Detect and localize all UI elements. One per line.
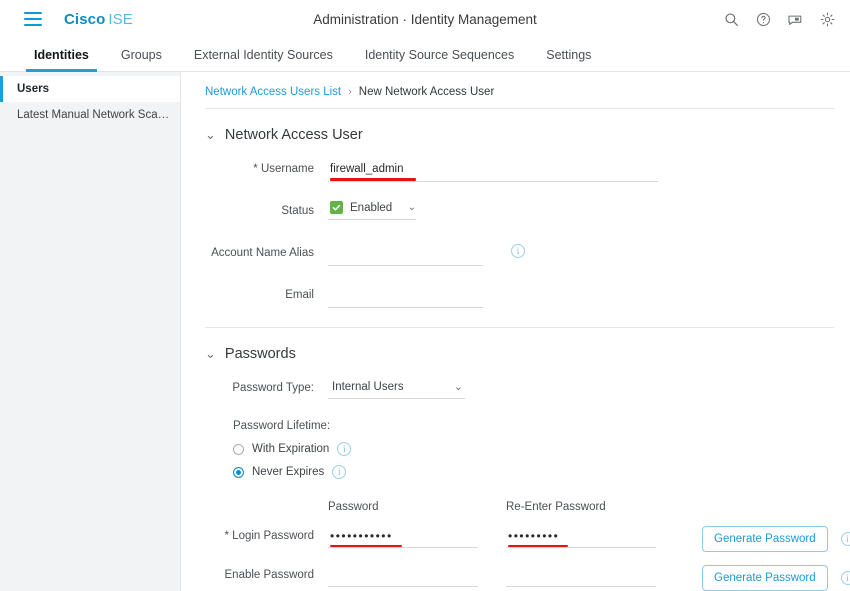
- breadcrumb-separator-icon: ›: [348, 86, 352, 98]
- generate-password-button-login[interactable]: Generate Password: [702, 526, 828, 552]
- login-password-actions: Generate Password i: [702, 526, 850, 552]
- brand-primary-text: Cisco: [64, 10, 106, 28]
- column-header-password: Password: [328, 501, 379, 513]
- form-row-status: Status Enabled ⌄: [205, 201, 834, 229]
- generate-password-button-enable[interactable]: Generate Password: [702, 565, 828, 591]
- section-title-network-access-user: Network Access User: [224, 127, 363, 143]
- brand-logo[interactable]: Cisco ISE: [64, 11, 133, 28]
- tab-identities-label: Identities: [34, 47, 89, 62]
- password-lifetime-label: Password Lifetime:: [233, 420, 331, 432]
- enable-password-reenter-cell: [506, 565, 684, 587]
- brand-secondary-text: ISE: [108, 10, 133, 28]
- gear-icon[interactable]: [818, 10, 836, 28]
- form-row-enable-password: Enable Password Generate Password i: [205, 565, 850, 591]
- status-checkbox-icon[interactable]: [330, 201, 343, 214]
- section-divider: [205, 327, 834, 328]
- password-columns-header: Password Re-Enter Password: [205, 501, 834, 513]
- login-password-annotation-underline: [330, 544, 402, 547]
- radio-never-expires-control[interactable]: [233, 466, 244, 478]
- chevron-down-icon: ⌄: [453, 381, 463, 393]
- radio-never-expires[interactable]: Never Expires i: [233, 465, 834, 479]
- tab-settings-label: Settings: [546, 47, 592, 62]
- sidebar-item-users[interactable]: Users: [0, 76, 180, 102]
- section-header-passwords[interactable]: ⌄ Passwords: [205, 346, 834, 362]
- form-row-login-password: * Login Password Generate Password i: [205, 526, 850, 552]
- breadcrumb-current-new-network-access-user: New Network Access User: [358, 86, 495, 98]
- breadcrumb: Network Access Users List › New Network …: [205, 86, 834, 108]
- form-row-username: * Username: [205, 159, 834, 187]
- account-name-alias-label: Account Name Alias: [211, 247, 314, 259]
- form-row-password-type: Password Type: Internal Users ⌄: [205, 378, 834, 406]
- tab-identities[interactable]: Identities: [18, 38, 105, 72]
- username-field-wrapper: [328, 159, 658, 182]
- enable-password-reenter-input[interactable]: [506, 565, 656, 587]
- status-value: Enabled: [350, 201, 393, 214]
- tab-external-identity-sources-label: External Identity Sources: [193, 47, 333, 62]
- info-icon[interactable]: i: [840, 532, 850, 546]
- chevron-down-icon: ⌄: [205, 126, 216, 142]
- section-title-passwords: Passwords: [224, 346, 296, 362]
- tab-identity-source-sequences[interactable]: Identity Source Sequences: [349, 38, 530, 71]
- left-sidebar: Users Latest Manual Network Scan Res...: [0, 72, 181, 591]
- page-body: Users Latest Manual Network Scan Res... …: [0, 72, 850, 591]
- tab-external-identity-sources[interactable]: External Identity Sources: [178, 38, 349, 71]
- account-name-alias-input[interactable]: [328, 243, 483, 266]
- form-row-account-name-alias: Account Name Alias i: [205, 243, 834, 271]
- status-dropdown[interactable]: Enabled ⌄: [328, 201, 416, 220]
- sidebar-item-latest-manual-network-scan-results[interactable]: Latest Manual Network Scan Res...: [0, 102, 180, 128]
- password-type-value: Internal Users: [332, 380, 404, 393]
- form-row-email: Email: [205, 285, 834, 313]
- breadcrumb-divider: [205, 108, 834, 109]
- login-password-reenter-annotation-underline: [508, 544, 568, 547]
- password-type-select[interactable]: Internal Users ⌄: [328, 378, 465, 399]
- feedback-icon[interactable]: [786, 10, 804, 28]
- login-password-cell: [328, 526, 506, 548]
- primary-tab-bar: Identities Groups External Identity Sour…: [0, 38, 850, 72]
- login-password-reenter-cell: [506, 526, 684, 548]
- section-header-network-access-user[interactable]: ⌄ Network Access User: [205, 127, 834, 143]
- enable-password-input[interactable]: [328, 565, 478, 587]
- chevron-down-icon: ⌄: [205, 345, 216, 361]
- radio-with-expiration-label: With Expiration: [252, 443, 330, 455]
- main-content: Network Access Users List › New Network …: [181, 72, 850, 591]
- breadcrumb-link-network-access-users-list[interactable]: Network Access Users List: [205, 86, 341, 98]
- username-annotation-underline: [330, 178, 416, 181]
- search-icon[interactable]: [722, 10, 740, 28]
- info-icon[interactable]: i: [840, 571, 850, 585]
- column-header-reenter-password: Re-Enter Password: [506, 501, 606, 513]
- info-icon[interactable]: i: [332, 465, 347, 479]
- enable-password-label: Enable Password: [224, 569, 315, 581]
- tab-groups[interactable]: Groups: [105, 38, 178, 71]
- email-label: Email: [285, 289, 314, 301]
- status-label: Status: [281, 205, 314, 217]
- hamburger-icon[interactable]: [24, 12, 42, 26]
- tab-groups-label: Groups: [120, 47, 162, 62]
- login-password-label: * Login Password: [224, 530, 315, 542]
- tab-identity-source-sequences-label: Identity Source Sequences: [364, 47, 515, 62]
- info-icon[interactable]: i: [511, 244, 525, 258]
- enable-password-cell: [328, 565, 506, 587]
- radio-with-expiration-control[interactable]: [233, 443, 244, 455]
- header-icon-group: [722, 10, 836, 28]
- chevron-down-icon: ⌄: [407, 202, 416, 213]
- password-type-label: Password Type:: [232, 382, 314, 394]
- username-label: * Username: [253, 163, 314, 175]
- email-field-wrapper: [328, 285, 483, 308]
- top-header-bar: Cisco ISE Administration · Identity Manag…: [0, 0, 850, 38]
- radio-with-expiration[interactable]: With Expiration i: [233, 442, 834, 456]
- help-icon[interactable]: [754, 10, 772, 28]
- enable-password-actions: Generate Password i: [702, 565, 850, 591]
- radio-never-expires-label: Never Expires: [252, 466, 325, 478]
- email-input[interactable]: [328, 285, 483, 308]
- account-name-alias-field-wrapper: [328, 243, 483, 266]
- info-icon[interactable]: i: [337, 442, 352, 456]
- tab-settings[interactable]: Settings: [530, 38, 607, 71]
